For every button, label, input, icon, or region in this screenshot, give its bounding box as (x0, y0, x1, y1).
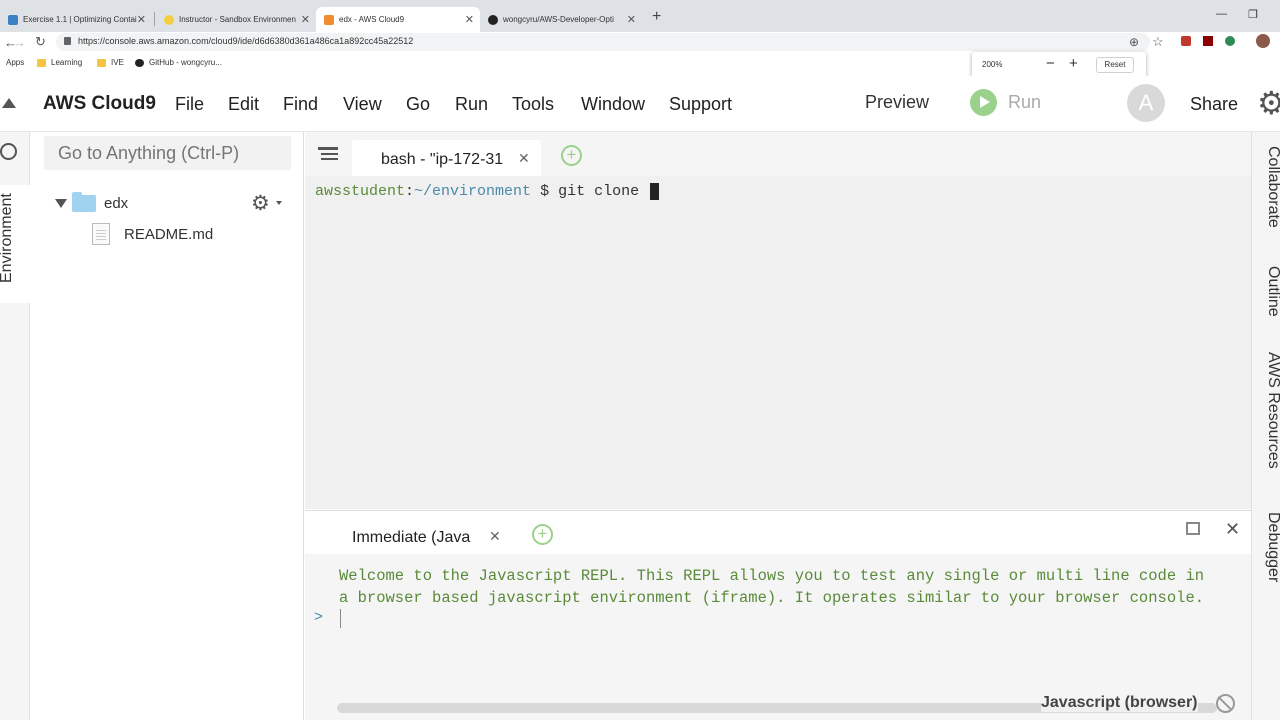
tab-close-icon[interactable]: ✕ (137, 13, 146, 26)
add-tab-icon[interactable]: + (561, 145, 582, 166)
browser-tab[interactable]: Exercise 1.1 | Optimizing Contai ✕ (0, 7, 152, 32)
chevron-down-icon[interactable] (276, 201, 282, 205)
browser-tab[interactable]: wongcyru/AWS-Developer-Opti ✕ (480, 7, 642, 32)
search-icon (0, 143, 17, 160)
tab-close-icon[interactable]: ✕ (301, 13, 310, 26)
stop-icon[interactable] (1216, 694, 1235, 713)
minimize-icon[interactable]: — (1216, 8, 1227, 20)
url-text[interactable]: https://console.aws.amazon.com/cloud9/id… (78, 36, 413, 46)
maximize-icon[interactable] (1186, 522, 1200, 535)
tree-settings-gear-icon[interactable]: ⚙ (251, 191, 270, 216)
menu-find[interactable]: Find (283, 94, 318, 115)
bookmark-github[interactable]: GitHub - wongcyru... (135, 58, 222, 67)
browser-tab-active[interactable]: edx - AWS Cloud9 ✕ (316, 7, 480, 32)
extension-icon[interactable] (1181, 36, 1191, 46)
search-input[interactable] (44, 136, 291, 170)
pdf-extension-icon[interactable] (1203, 36, 1213, 46)
avatar[interactable]: A (1127, 84, 1165, 122)
folder-icon (97, 58, 106, 67)
folder-icon (72, 192, 96, 212)
tree-folder-label[interactable]: edx (104, 195, 128, 212)
outline-tab[interactable]: Outline (1264, 266, 1280, 317)
bookmark-apps[interactable]: Apps (6, 58, 24, 67)
zoom-icon[interactable]: ⊕ (1129, 35, 1139, 49)
github-icon (488, 14, 498, 25)
file-tree-panel (30, 132, 304, 720)
terminal[interactable] (305, 176, 1251, 509)
tab-list-menu-icon[interactable] (318, 147, 338, 163)
share-button[interactable]: Share (1190, 94, 1238, 115)
tab-close-icon[interactable]: ✕ (465, 13, 474, 26)
menu-go[interactable]: Go (406, 94, 430, 115)
tab-separator (154, 12, 155, 26)
brand-menu[interactable]: AWS Cloud9 (43, 93, 156, 115)
immediate-tab-label: Immediate (Java (352, 529, 471, 546)
repl-welcome-text: Welcome to the Javascript REPL. This REP… (339, 567, 1205, 607)
zoom-popup: 200% − + Reset (972, 52, 1146, 78)
menu-run[interactable]: Run (455, 94, 488, 115)
zoom-reset-button[interactable]: Reset (1096, 57, 1134, 73)
aws-resources-tab[interactable]: AWS Resources (1264, 352, 1280, 469)
folder-icon (37, 58, 46, 67)
terminal-cursor (650, 183, 659, 200)
tree-file-label[interactable]: README.md (124, 226, 213, 243)
close-console-icon[interactable]: ✕ (1225, 519, 1240, 540)
tab-favicon-icon (8, 14, 18, 25)
preferences-gear-icon[interactable]: ⚙ (1257, 87, 1280, 119)
menu-tools[interactable]: Tools (512, 94, 554, 115)
collaborate-tab[interactable]: Collaborate (1264, 146, 1280, 228)
menu-file[interactable]: File (175, 94, 204, 115)
zoom-level: 200% (982, 60, 1003, 69)
new-tab-button[interactable]: + (652, 8, 661, 26)
run-label[interactable]: Run (1008, 92, 1041, 113)
close-icon[interactable]: ✕ (518, 150, 530, 167)
reload-icon[interactable]: ↻ (35, 34, 46, 50)
star-icon[interactable]: ☆ (1152, 34, 1164, 50)
add-tab-icon[interactable]: + (532, 524, 553, 545)
zoom-in-button[interactable]: + (1069, 55, 1078, 72)
extension-icon[interactable] (1225, 36, 1235, 46)
menu-support[interactable]: Support (669, 94, 732, 115)
terminal-prompt: awsstudent:~/environment $ git clone (315, 183, 649, 200)
menu-edit[interactable]: Edit (228, 94, 259, 115)
debugger-tab[interactable]: Debugger (1264, 512, 1280, 582)
file-icon (92, 223, 110, 245)
bookmark-learning[interactable]: Learning (37, 58, 82, 67)
chevron-down-icon[interactable] (55, 199, 67, 208)
tab-favicon-icon (164, 14, 174, 25)
zoom-out-button[interactable]: − (1046, 55, 1055, 72)
play-icon (980, 96, 990, 108)
terminal-tab-label: bash - "ip-172-31 (381, 151, 504, 168)
collapse-menubar-icon[interactable] (2, 98, 16, 108)
repl-cursor (340, 609, 341, 628)
preview-button[interactable]: Preview (865, 92, 929, 113)
forward-icon[interactable]: → (13, 35, 26, 50)
profile-avatar[interactable] (1256, 34, 1270, 48)
lock-icon (64, 37, 71, 45)
github-icon (135, 58, 144, 67)
bookmark-ive[interactable]: IVE (97, 58, 124, 67)
environment-tab-label: Environment (0, 193, 15, 283)
restore-window-icon[interactable]: ❐ (1248, 8, 1258, 21)
tab-favicon-icon (324, 14, 334, 25)
runtime-selector[interactable]: Javascript (browser) (1041, 694, 1198, 712)
browser-tab[interactable]: Instructor - Sandbox Environmen ✕ (156, 7, 316, 32)
tab-close-icon[interactable]: ✕ (627, 13, 636, 26)
repl-prompt: > (314, 609, 324, 626)
menu-window[interactable]: Window (581, 94, 645, 115)
menu-view[interactable]: View (343, 94, 382, 115)
close-icon[interactable]: ✕ (489, 528, 501, 545)
